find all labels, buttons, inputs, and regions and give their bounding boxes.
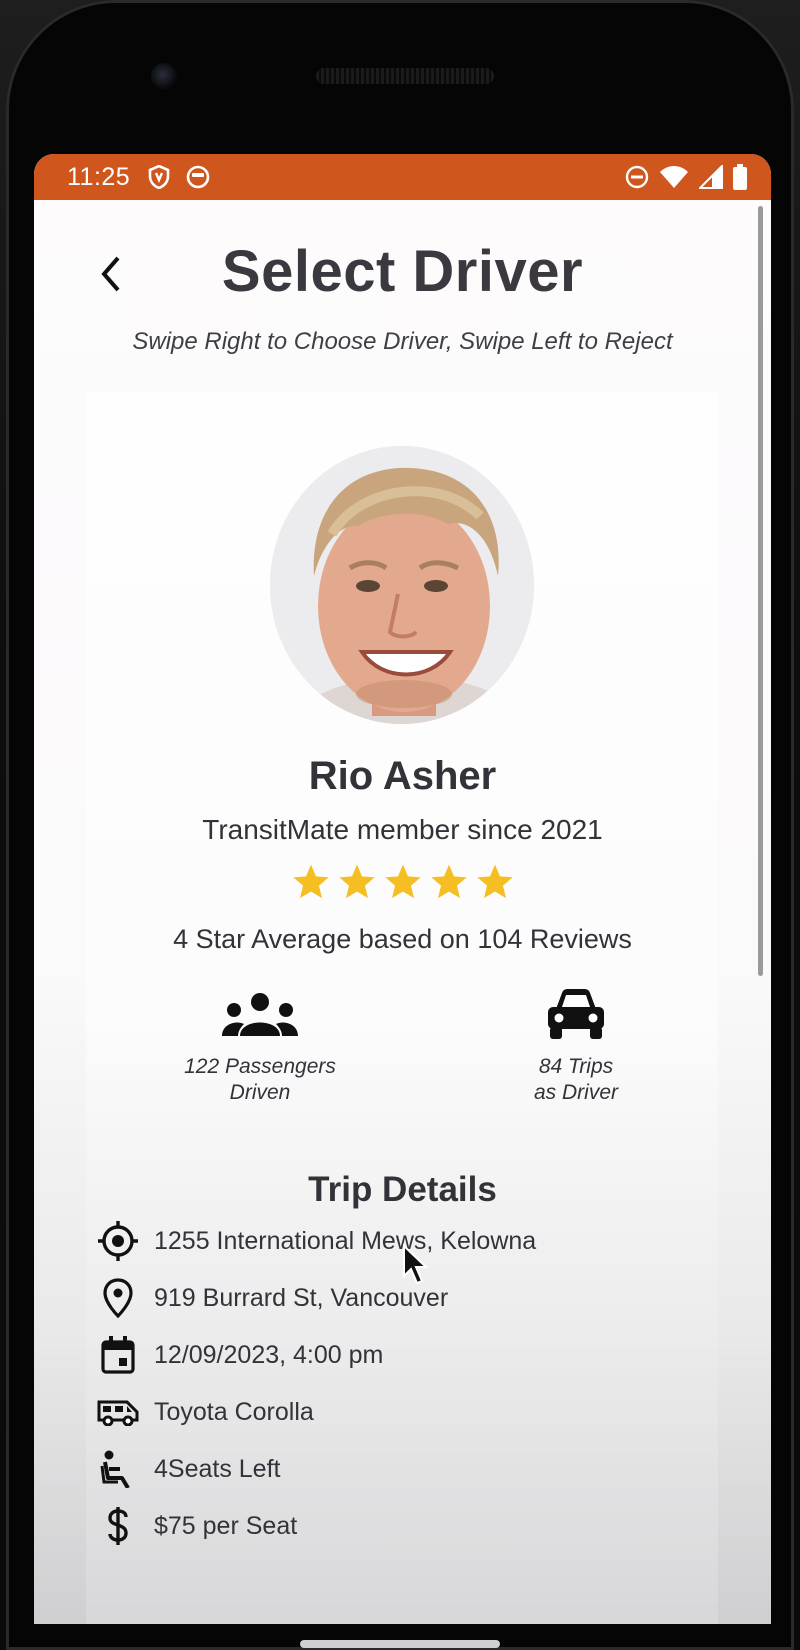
page-title: Select Driver xyxy=(221,239,584,304)
dollar-icon xyxy=(96,1504,140,1548)
trips-stat-line1: 84 Trips xyxy=(538,1055,614,1078)
star-icon xyxy=(384,864,421,899)
passengers-stat-line1: 122 Passengers xyxy=(184,1055,336,1078)
star-icon xyxy=(430,864,467,899)
star-rating xyxy=(34,862,771,902)
trip-seats: 4Seats Left xyxy=(154,1454,281,1483)
location-pin-icon xyxy=(96,1276,140,1320)
car-icon xyxy=(466,984,686,1044)
battery-icon xyxy=(733,164,747,190)
member-since: TransitMate member since 2021 xyxy=(202,814,603,845)
trip-destination: 919 Burrard St, Vancouver xyxy=(154,1283,449,1312)
status-left-icons xyxy=(148,165,210,189)
trip-price: $75 per Seat xyxy=(154,1511,298,1540)
swipe-instructions: Swipe Right to Choose Driver, Swipe Left… xyxy=(132,328,673,355)
passengers-stat-line2: Driven xyxy=(229,1081,291,1104)
status-right-icons xyxy=(625,164,747,190)
calendar-icon xyxy=(96,1333,140,1377)
trip-destination-row: 919 Burrard St, Vancouver xyxy=(96,1275,448,1321)
driver-photo xyxy=(270,446,534,724)
trips-stat-line2: as Driver xyxy=(533,1081,618,1104)
mouse-cursor-icon xyxy=(403,1244,429,1285)
gps-target-icon xyxy=(96,1219,140,1263)
passengers-icon xyxy=(150,984,370,1044)
cell-signal-icon xyxy=(699,165,723,189)
driver-avatar xyxy=(270,446,534,724)
phone-frame: 11:25 Select Driver Swipe Right to Choos… xyxy=(0,0,800,1650)
app-screen: 11:25 Select Driver Swipe Right to Choos… xyxy=(34,154,771,1624)
home-indicator[interactable] xyxy=(300,1640,500,1648)
earpiece-speaker xyxy=(316,68,494,84)
trip-datetime: 12/09/2023, 4:00 pm xyxy=(154,1340,384,1369)
trip-price-row: $75 per Seat xyxy=(96,1503,297,1549)
rating-summary: 4 Star Average based on 104 Reviews xyxy=(173,924,632,954)
status-time: 11:25 xyxy=(67,162,131,191)
front-camera xyxy=(151,63,177,89)
wifi-icon xyxy=(660,166,688,188)
trip-vehicle-row: Toyota Corolla xyxy=(96,1389,314,1435)
trips-as-driver-stat: 84 Trips as Driver xyxy=(466,984,686,1106)
trip-details-title: Trip Details xyxy=(308,1170,497,1209)
status-bar: 11:25 xyxy=(34,154,771,200)
trip-seats-row: 4Seats Left xyxy=(96,1446,280,1492)
trip-origin-row: 1255 International Mews, Kelowna xyxy=(96,1218,536,1264)
star-icon xyxy=(338,864,375,899)
shield-icon xyxy=(148,165,170,189)
do-not-disturb-icon xyxy=(625,165,649,189)
driver-name: Rio Asher xyxy=(308,754,497,798)
passengers-driven-stat: 122 Passengers Driven xyxy=(150,984,370,1106)
header: Select Driver xyxy=(34,224,771,324)
vehicle-icon xyxy=(96,1390,140,1434)
star-icon xyxy=(476,864,513,899)
app-notification-icon xyxy=(186,165,210,189)
star-icon xyxy=(292,864,329,899)
trip-datetime-row: 12/09/2023, 4:00 pm xyxy=(96,1332,383,1378)
seat-icon xyxy=(96,1447,140,1491)
trip-origin: 1255 International Mews, Kelowna xyxy=(154,1226,537,1255)
trip-vehicle: Toyota Corolla xyxy=(154,1397,314,1426)
